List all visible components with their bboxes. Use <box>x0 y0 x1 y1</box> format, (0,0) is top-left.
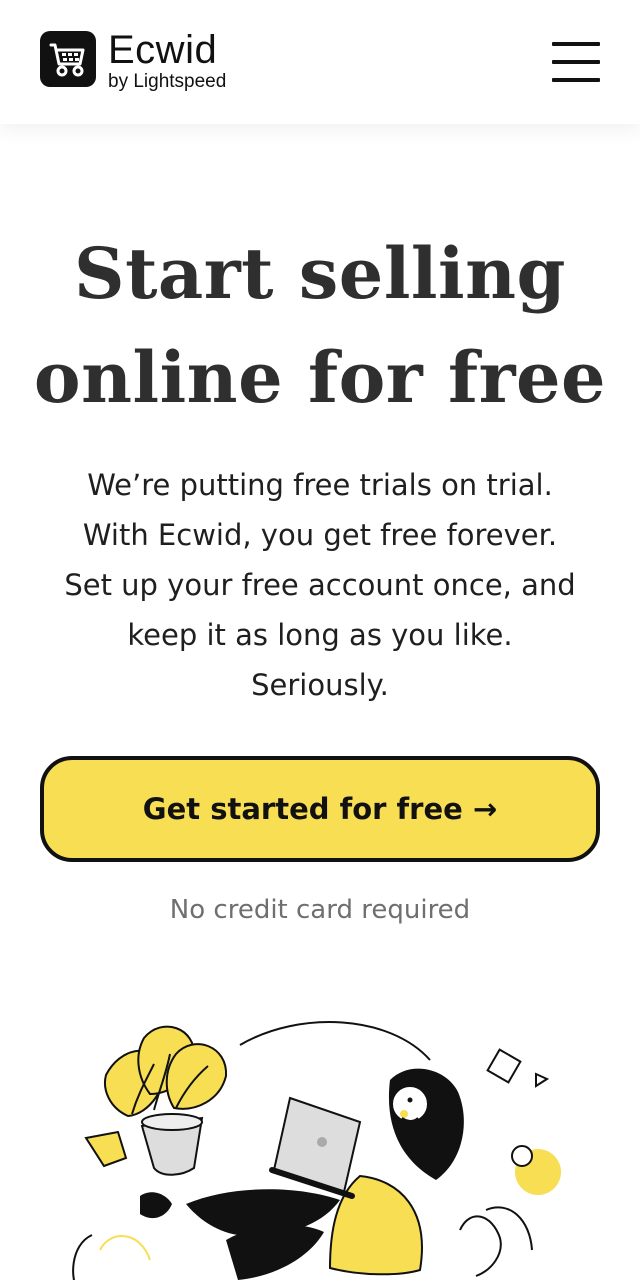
hero-description-line-3: Set up your free account once, and <box>64 568 576 602</box>
brand-byline: by Lightspeed <box>108 71 227 92</box>
page-title-line-2: online for free <box>33 336 607 419</box>
menu-bar-bottom <box>552 78 600 82</box>
menu-bar-top <box>552 42 600 46</box>
hamburger-menu-icon[interactable] <box>552 42 600 82</box>
page-title-line-1: Start selling <box>74 232 566 315</box>
site-header: Ecwid by Lightspeed <box>0 0 640 124</box>
brand-logo[interactable]: Ecwid by Lightspeed <box>40 28 227 93</box>
hero-description: We’re putting free trials on trial. With… <box>30 460 610 710</box>
hero-description-line-2: With Ecwid, you get free forever. <box>82 518 558 552</box>
menu-bar-middle <box>552 60 600 64</box>
brand-text: Ecwid by Lightspeed <box>108 28 227 93</box>
hero-description-line-1: We’re putting free trials on trial. <box>87 468 553 502</box>
no-credit-card-note: No credit card required <box>169 895 471 925</box>
hero-description-line-5: Seriously. <box>251 668 389 702</box>
woman-with-laptop-illustration <box>0 990 640 1284</box>
page-title: Start selling online for free <box>0 222 640 430</box>
brand-name: Ecwid <box>108 28 218 72</box>
hero-description-line-4: keep it as long as you like. <box>127 618 513 652</box>
get-started-button[interactable]: Get started for free → <box>40 756 600 862</box>
shopping-cart-icon <box>40 31 96 87</box>
